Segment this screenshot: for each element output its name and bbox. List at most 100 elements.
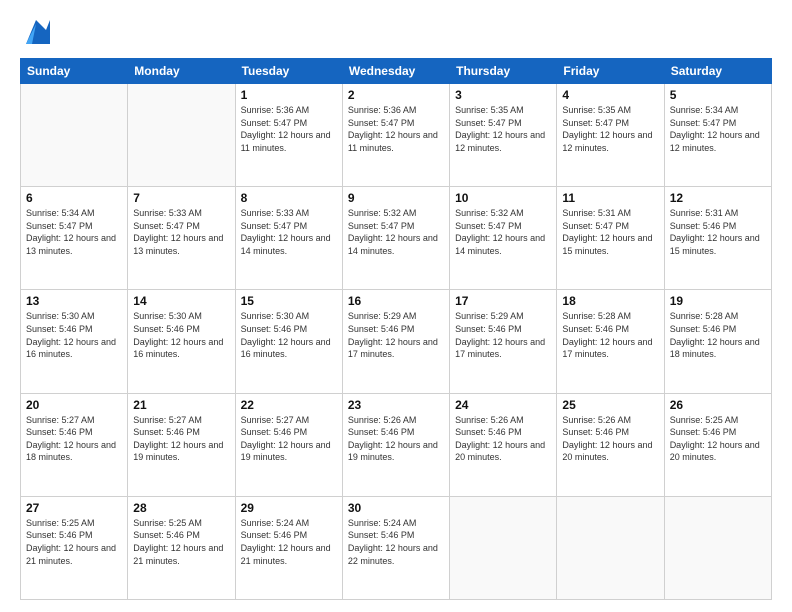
calendar-day-cell: 9Sunrise: 5:32 AM Sunset: 5:47 PM Daylig… bbox=[342, 187, 449, 290]
day-info: Sunrise: 5:31 AM Sunset: 5:46 PM Dayligh… bbox=[670, 207, 766, 257]
day-number: 27 bbox=[26, 501, 122, 515]
day-info: Sunrise: 5:26 AM Sunset: 5:46 PM Dayligh… bbox=[455, 414, 551, 464]
day-info: Sunrise: 5:24 AM Sunset: 5:46 PM Dayligh… bbox=[348, 517, 444, 567]
day-info: Sunrise: 5:29 AM Sunset: 5:46 PM Dayligh… bbox=[348, 310, 444, 360]
day-number: 5 bbox=[670, 88, 766, 102]
calendar-day-cell: 26 Sunrise: 5:25 AM Sunset: 5:46 PM Dayli… bbox=[664, 393, 771, 496]
day-number: 26 bbox=[670, 398, 766, 412]
day-number: 16 bbox=[348, 294, 444, 308]
day-number: 25 bbox=[562, 398, 658, 412]
day-info: Sunrise: 5:26 AM Sunset: 5:46 PM Dayligh… bbox=[348, 414, 444, 464]
calendar-day-cell: 8 Sunrise: 5:33 AM Sunset: 5:47 PM Daylig… bbox=[235, 187, 342, 290]
day-info: Sunrise: 5:26 AM Sunset: 5:46 PM Dayligh… bbox=[562, 414, 658, 464]
calendar-day-cell: 23 Sunrise: 5:26 AM Sunset: 5:46 PM Dayli… bbox=[342, 393, 449, 496]
calendar-day-header: Monday bbox=[128, 59, 235, 84]
day-number: 6 bbox=[26, 191, 122, 205]
day-info: Sunrise: 5:28 AM Sunset: 5:46 PM Dayligh… bbox=[562, 310, 658, 360]
day-info: Sunrise: 5:33 AM Sunset: 5:47 PM Dayligh… bbox=[241, 207, 337, 257]
logo bbox=[20, 16, 50, 48]
day-info: Sunrise: 5:36 AM Sunset: 5:47 PM Dayligh… bbox=[241, 104, 337, 154]
day-info: Sunrise: 5:32 AM Sunset: 5:47 PM Dayligh… bbox=[455, 207, 551, 257]
day-info: Sunrise: 5:30 AM Sunset: 5:46 PM Dayligh… bbox=[241, 310, 337, 360]
day-number: 22 bbox=[241, 398, 337, 412]
day-info: Sunrise: 5:31 AM Sunset: 5:47 PM Dayligh… bbox=[562, 207, 658, 257]
calendar-week-row: 20 Sunrise: 5:27 AM Sunset: 5:46 PM Dayli… bbox=[21, 393, 772, 496]
day-number: 24 bbox=[455, 398, 551, 412]
page-header bbox=[20, 16, 772, 48]
calendar-day-cell: 17 Sunrise: 5:29 AM Sunset: 5:46 PM Dayli… bbox=[450, 290, 557, 393]
day-number: 19 bbox=[670, 294, 766, 308]
calendar-week-row: 1 Sunrise: 5:36 AM Sunset: 5:47 PM Daylig… bbox=[21, 84, 772, 187]
calendar-day-cell: 30 Sunrise: 5:24 AM Sunset: 5:46 PM Dayli… bbox=[342, 496, 449, 599]
calendar-day-cell bbox=[21, 84, 128, 187]
day-number: 23 bbox=[348, 398, 444, 412]
day-number: 18 bbox=[562, 294, 658, 308]
day-info: Sunrise: 5:30 AM Sunset: 5:46 PM Dayligh… bbox=[26, 310, 122, 360]
calendar-day-cell: 15Sunrise: 5:30 AM Sunset: 5:46 PM Dayli… bbox=[235, 290, 342, 393]
calendar-day-cell: 28 Sunrise: 5:25 AM Sunset: 5:46 PM Dayli… bbox=[128, 496, 235, 599]
calendar-header-row: SundayMondayTuesdayWednesdayThursdayFrid… bbox=[21, 59, 772, 84]
calendar-day-cell: 27Sunrise: 5:25 AM Sunset: 5:46 PM Dayli… bbox=[21, 496, 128, 599]
day-number: 17 bbox=[455, 294, 551, 308]
calendar-day-cell: 4Sunrise: 5:35 AM Sunset: 5:47 PM Daylig… bbox=[557, 84, 664, 187]
day-number: 3 bbox=[455, 88, 551, 102]
day-number: 2 bbox=[348, 88, 444, 102]
calendar-day-cell: 25 Sunrise: 5:26 AM Sunset: 5:46 PM Dayli… bbox=[557, 393, 664, 496]
day-number: 11 bbox=[562, 191, 658, 205]
calendar-day-header: Saturday bbox=[664, 59, 771, 84]
calendar-day-cell: 24 Sunrise: 5:26 AM Sunset: 5:46 PM Dayli… bbox=[450, 393, 557, 496]
calendar-day-cell bbox=[128, 84, 235, 187]
calendar-day-cell: 29Sunrise: 5:24 AM Sunset: 5:46 PM Dayli… bbox=[235, 496, 342, 599]
day-info: Sunrise: 5:33 AM Sunset: 5:47 PM Dayligh… bbox=[133, 207, 229, 257]
calendar-day-cell: 2 Sunrise: 5:36 AM Sunset: 5:47 PM Daylig… bbox=[342, 84, 449, 187]
calendar-table: SundayMondayTuesdayWednesdayThursdayFrid… bbox=[20, 58, 772, 600]
day-info: Sunrise: 5:25 AM Sunset: 5:46 PM Dayligh… bbox=[133, 517, 229, 567]
day-info: Sunrise: 5:27 AM Sunset: 5:46 PM Dayligh… bbox=[241, 414, 337, 464]
calendar-day-cell bbox=[450, 496, 557, 599]
day-number: 30 bbox=[348, 501, 444, 515]
calendar-week-row: 27 Sunrise: 5:25 AM Sunset: 5:46 PM Dayli… bbox=[21, 496, 772, 599]
calendar-day-header: Friday bbox=[557, 59, 664, 84]
day-info: Sunrise: 5:27 AM Sunset: 5:46 PM Dayligh… bbox=[133, 414, 229, 464]
calendar-day-cell: 20Sunrise: 5:27 AM Sunset: 5:46 PM Dayli… bbox=[21, 393, 128, 496]
day-info: Sunrise: 5:29 AM Sunset: 5:46 PM Dayligh… bbox=[455, 310, 551, 360]
day-info: Sunrise: 5:32 AM Sunset: 5:47 PM Dayligh… bbox=[348, 207, 444, 257]
calendar-day-cell: 18 Sunrise: 5:28 AM Sunset: 5:46 PM Dayli… bbox=[557, 290, 664, 393]
calendar-day-header: Wednesday bbox=[342, 59, 449, 84]
day-info: Sunrise: 5:35 AM Sunset: 5:47 PM Dayligh… bbox=[455, 104, 551, 154]
day-info: Sunrise: 5:36 AM Sunset: 5:47 PM Dayligh… bbox=[348, 104, 444, 154]
day-number: 14 bbox=[133, 294, 229, 308]
calendar-day-cell: 10 Sunrise: 5:32 AM Sunset: 5:47 PM Dayli… bbox=[450, 187, 557, 290]
day-number: 21 bbox=[133, 398, 229, 412]
calendar-day-cell: 3 Sunrise: 5:35 AM Sunset: 5:47 PM Daylig… bbox=[450, 84, 557, 187]
day-number: 1 bbox=[241, 88, 337, 102]
calendar-day-cell: 19 Sunrise: 5:28 AM Sunset: 5:46 PM Dayli… bbox=[664, 290, 771, 393]
calendar-day-cell: 16 Sunrise: 5:29 AM Sunset: 5:46 PM Dayli… bbox=[342, 290, 449, 393]
day-number: 10 bbox=[455, 191, 551, 205]
calendar-day-cell: 5 Sunrise: 5:34 AM Sunset: 5:47 PM Daylig… bbox=[664, 84, 771, 187]
day-info: Sunrise: 5:25 AM Sunset: 5:46 PM Dayligh… bbox=[670, 414, 766, 464]
calendar-day-header: Sunday bbox=[21, 59, 128, 84]
calendar-day-cell: 12 Sunrise: 5:31 AM Sunset: 5:46 PM Dayli… bbox=[664, 187, 771, 290]
day-number: 20 bbox=[26, 398, 122, 412]
calendar-day-cell: 6 Sunrise: 5:34 AM Sunset: 5:47 PM Daylig… bbox=[21, 187, 128, 290]
calendar-day-cell: 14Sunrise: 5:30 AM Sunset: 5:46 PM Dayli… bbox=[128, 290, 235, 393]
logo-icon bbox=[22, 16, 50, 48]
calendar-day-header: Thursday bbox=[450, 59, 557, 84]
calendar-week-row: 6 Sunrise: 5:34 AM Sunset: 5:47 PM Daylig… bbox=[21, 187, 772, 290]
day-number: 12 bbox=[670, 191, 766, 205]
day-info: Sunrise: 5:28 AM Sunset: 5:46 PM Dayligh… bbox=[670, 310, 766, 360]
calendar-day-cell bbox=[664, 496, 771, 599]
day-number: 13 bbox=[26, 294, 122, 308]
calendar-day-cell bbox=[557, 496, 664, 599]
calendar-day-header: Tuesday bbox=[235, 59, 342, 84]
calendar-day-cell: 22 Sunrise: 5:27 AM Sunset: 5:46 PM Dayli… bbox=[235, 393, 342, 496]
day-info: Sunrise: 5:35 AM Sunset: 5:47 PM Dayligh… bbox=[562, 104, 658, 154]
day-number: 7 bbox=[133, 191, 229, 205]
day-info: Sunrise: 5:34 AM Sunset: 5:47 PM Dayligh… bbox=[670, 104, 766, 154]
calendar-day-cell: 1 Sunrise: 5:36 AM Sunset: 5:47 PM Daylig… bbox=[235, 84, 342, 187]
day-number: 28 bbox=[133, 501, 229, 515]
day-info: Sunrise: 5:24 AM Sunset: 5:46 PM Dayligh… bbox=[241, 517, 337, 567]
day-number: 8 bbox=[241, 191, 337, 205]
day-info: Sunrise: 5:34 AM Sunset: 5:47 PM Dayligh… bbox=[26, 207, 122, 257]
